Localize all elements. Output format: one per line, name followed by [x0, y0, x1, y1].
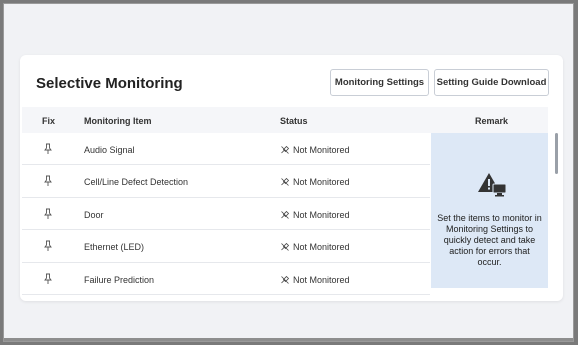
selective-monitoring-card: Selective Monitoring Monitoring Settings…: [20, 55, 563, 301]
status-text: Not Monitored: [293, 177, 350, 188]
pin-icon[interactable]: [43, 143, 53, 155]
pin-icon[interactable]: [43, 208, 53, 220]
column-header-status: Status: [280, 116, 308, 126]
not-monitored-icon: [281, 178, 290, 187]
pin-icon[interactable]: [43, 175, 53, 187]
column-header-fix: Fix: [42, 116, 56, 126]
not-monitored-icon: [281, 210, 290, 219]
card-title: Selective Monitoring: [36, 75, 183, 92]
status-cell: Not Monitored: [280, 275, 350, 285]
column-header-monitoring-item: Monitoring Item: [84, 116, 152, 126]
table-row: Ethernet (LED) Not Monitored: [22, 230, 430, 263]
not-monitored-icon: [281, 243, 290, 251]
status-text: Not Monitored: [293, 242, 350, 253]
pin-icon[interactable]: [43, 273, 53, 285]
table-row: Audio Signal Not Monitored: [22, 133, 430, 166]
monitoring-item-label: Audio Signal: [84, 145, 135, 155]
remark-panel: Set the items to monitor in Monitoring S…: [431, 133, 548, 288]
warning-monitor-icon: [478, 173, 507, 197]
monitoring-item-label: Failure Prediction: [84, 274, 155, 285]
table-row: Failure Prediction Not Monitored: [22, 263, 430, 295]
not-monitored-icon: [281, 145, 290, 154]
status-text: Not Monitored: [293, 274, 350, 285]
monitoring-table-body: Audio Signal Not Monitored Cell/Line Def…: [22, 133, 430, 295]
not-monitored-icon: [281, 275, 290, 284]
status-cell: Not Monitored: [280, 242, 350, 252]
app-window: Selective Monitoring Monitoring Settings…: [3, 3, 574, 342]
status-text: Not Monitored: [293, 145, 350, 155]
table-row: Cell/Line Defect Detection Not Monitored: [22, 165, 430, 198]
monitoring-item-label: Door: [84, 209, 104, 220]
column-header-remark: Remark: [475, 116, 509, 126]
status-text: Not Monitored: [293, 209, 350, 220]
remark-text: Set the items to monitor in Monitoring S…: [437, 213, 542, 267]
monitoring-item-label: Ethernet (LED): [84, 242, 145, 253]
bottom-bar: [4, 338, 573, 341]
monitoring-settings-button[interactable]: Monitoring Settings: [330, 69, 429, 96]
status-cell: Not Monitored: [280, 210, 350, 220]
table-row: Door Not Monitored: [22, 198, 430, 231]
status-cell: Not Monitored: [280, 145, 350, 155]
status-cell: Not Monitored: [280, 177, 350, 187]
table-scrollbar[interactable]: [555, 133, 558, 174]
monitoring-item-label: Cell/Line Defect Detection: [84, 177, 189, 188]
table-header: Fix Monitoring Item Status Remark: [22, 107, 548, 133]
pin-icon[interactable]: [43, 240, 53, 252]
setting-guide-download-button[interactable]: Setting Guide Download: [434, 69, 549, 96]
